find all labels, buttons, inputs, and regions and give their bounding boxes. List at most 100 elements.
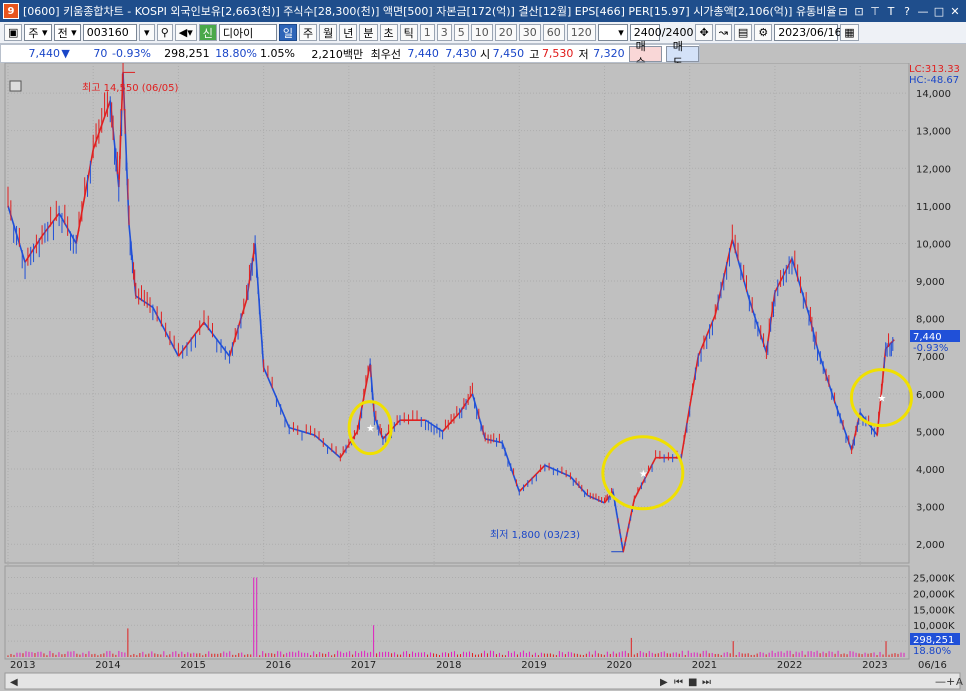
gear-icon[interactable]: ⚙: [754, 24, 773, 41]
pin-icon[interactable]: ⊤: [868, 4, 882, 18]
timeframe-year-tab[interactable]: 년: [339, 24, 358, 41]
y-tick-label: 3,000: [916, 503, 945, 514]
x-tick-label: 2014: [95, 660, 120, 671]
volume-pct-label: 18.80%: [913, 646, 951, 657]
layout-icon[interactable]: ⊟: [836, 4, 850, 18]
font-icon[interactable]: T: [884, 4, 898, 18]
x-tick-label: 2019: [521, 660, 546, 671]
sell-button[interactable]: 매도: [665, 40, 699, 69]
timeframe-second-tab[interactable]: 초: [379, 24, 398, 41]
x-tick-label: 2023: [862, 660, 887, 671]
x-tick-label: 2015: [180, 660, 205, 671]
minimize-button[interactable]: —: [916, 4, 930, 18]
open-label: 시: [479, 47, 491, 61]
save-icon[interactable]: ▤: [733, 24, 753, 41]
x-tick-label: 2022: [777, 660, 802, 671]
interval-custom-select[interactable]: ▾: [597, 24, 628, 41]
star-marker: ★: [639, 469, 648, 480]
high-annotation: 최고 14,550 (06/05): [82, 82, 178, 94]
low-annotation: 최저 1,800 (03/23): [490, 529, 580, 541]
y-tick-label: 6,000: [916, 390, 945, 401]
interval-120[interactable]: 120: [566, 24, 596, 41]
scroll-first-icon[interactable]: ⏮: [674, 677, 683, 688]
current-price-label: 7,440: [913, 332, 942, 343]
x-tick-label: 2016: [266, 660, 291, 671]
x-tick-label: 2018: [436, 660, 461, 671]
x-tick-label: 2013: [10, 660, 35, 671]
x-tick-label: 2021: [692, 660, 717, 671]
stock-code-input[interactable]: 003160: [82, 24, 137, 41]
date-input[interactable]: 2023/06/16: [774, 24, 842, 41]
maximize-button[interactable]: □: [932, 4, 946, 18]
interval-30[interactable]: 30: [518, 24, 541, 41]
chart-scrollbar[interactable]: [4, 672, 961, 690]
star-marker: ★: [877, 394, 886, 405]
lc-label: LC:313.33: [909, 64, 960, 75]
y-tick-label: 13,000: [916, 127, 951, 138]
interval-60[interactable]: 60: [542, 24, 565, 41]
volume-panel: [4, 565, 910, 660]
zoom-icon[interactable]: ✥: [695, 24, 713, 41]
price-change-pct: -0.93%: [111, 47, 151, 60]
best-bid: 7,430: [445, 47, 477, 60]
y-tick-label: 11,000: [916, 202, 951, 213]
split-icon[interactable]: ⊡: [852, 4, 866, 18]
window-titlebar: 9 [0600] 키움종합차트 - KOSPI 외국인보유[2,663(천)] …: [0, 0, 966, 22]
trade-amount: 2,210백만: [311, 47, 364, 61]
period-select[interactable]: 전 ▾: [53, 24, 81, 41]
volume-tick-label: 10,000K: [913, 621, 955, 632]
close-button[interactable]: ✕: [948, 4, 962, 18]
timeframe-month-tab[interactable]: 월: [319, 24, 338, 41]
speaker-icon[interactable]: ◀▾: [174, 24, 197, 41]
zoom-in-icon[interactable]: +: [946, 675, 955, 688]
calendar-icon[interactable]: ▦: [840, 24, 859, 41]
chart-settings-icon[interactable]: ▣: [4, 24, 23, 41]
buy-button[interactable]: 매수: [628, 40, 662, 69]
scroll-right-icon[interactable]: ▶: [660, 677, 668, 688]
chart-area[interactable]: ★ ★ ★ 14,000 13,000 12,000 11,000 10,000 9,000 8…: [0, 57, 966, 691]
zoom-out-icon[interactable]: —: [935, 675, 946, 688]
code-dropdown-icon[interactable]: ▾: [138, 24, 155, 41]
y-tick-label: 14,000: [916, 89, 951, 100]
timeframe-week-tab[interactable]: 주: [299, 24, 318, 41]
price-change: 70: [93, 47, 108, 60]
stop-icon[interactable]: ■: [688, 677, 697, 688]
price-chart[interactable]: ★ ★ ★ 14,000 13,000 12,000 11,000 10,000 9,000 8…: [0, 57, 966, 691]
window-title: [0600] 키움종합차트 - KOSPI 외국인보유[2,663(천)] 주식…: [23, 5, 836, 18]
market-select[interactable]: 주 ▾: [24, 24, 52, 41]
volume-value: 298,251: [164, 47, 210, 60]
new-listing-badge: 신: [198, 24, 217, 41]
timeframe-day-tab[interactable]: 일: [278, 24, 298, 41]
x-tick-label: 06/16: [918, 660, 947, 671]
interval-20[interactable]: 20: [494, 24, 517, 41]
x-tick-label: 2020: [606, 660, 631, 671]
interval-3[interactable]: 3: [436, 24, 452, 41]
best-quote-label: 최우선: [370, 47, 402, 61]
timeframe-minute-tab[interactable]: 분: [359, 24, 378, 41]
volume-tick-label: 15,000K: [913, 605, 955, 616]
chart-panel-icon[interactable]: [9, 80, 22, 92]
current-price: 7,440: [28, 47, 60, 60]
autoscale-icon[interactable]: A: [956, 677, 963, 688]
interval-1[interactable]: 1: [419, 24, 435, 41]
scroll-left-icon[interactable]: ◀: [10, 677, 18, 688]
timeframe-tick-tab[interactable]: 틱: [399, 24, 418, 41]
hc-label: HC:-48.67: [909, 75, 959, 86]
search-icon[interactable]: ⚲: [156, 24, 173, 41]
interval-10[interactable]: 10: [470, 24, 493, 41]
period-label: 전: [57, 26, 68, 40]
interval-5[interactable]: 5: [453, 24, 469, 41]
y-tick-label: 9,000: [916, 277, 945, 288]
chart-toolbar: ▣ 주 ▾ 전 ▾ 003160 ▾ ⚲ ◀▾ 신 디아이 일 주 월 년 분 …: [0, 22, 966, 44]
volume-tick-label: 25,000K: [913, 574, 955, 585]
volume-ratio: 18.80%: [215, 47, 258, 60]
help-icon[interactable]: ?: [900, 4, 914, 18]
stock-name-field: 디아이: [218, 24, 277, 41]
star-marker: ★: [366, 424, 375, 435]
window-controls: ⊟ ⊡ ⊤ T ? — □ ✕: [836, 4, 962, 18]
x-tick-label: 2017: [351, 660, 376, 671]
line-tool-icon[interactable]: ↝: [714, 24, 732, 41]
scroll-last-icon[interactable]: ⏭: [702, 677, 711, 688]
low-price: 7,320: [593, 47, 625, 60]
best-ask: 7,440: [407, 47, 439, 60]
